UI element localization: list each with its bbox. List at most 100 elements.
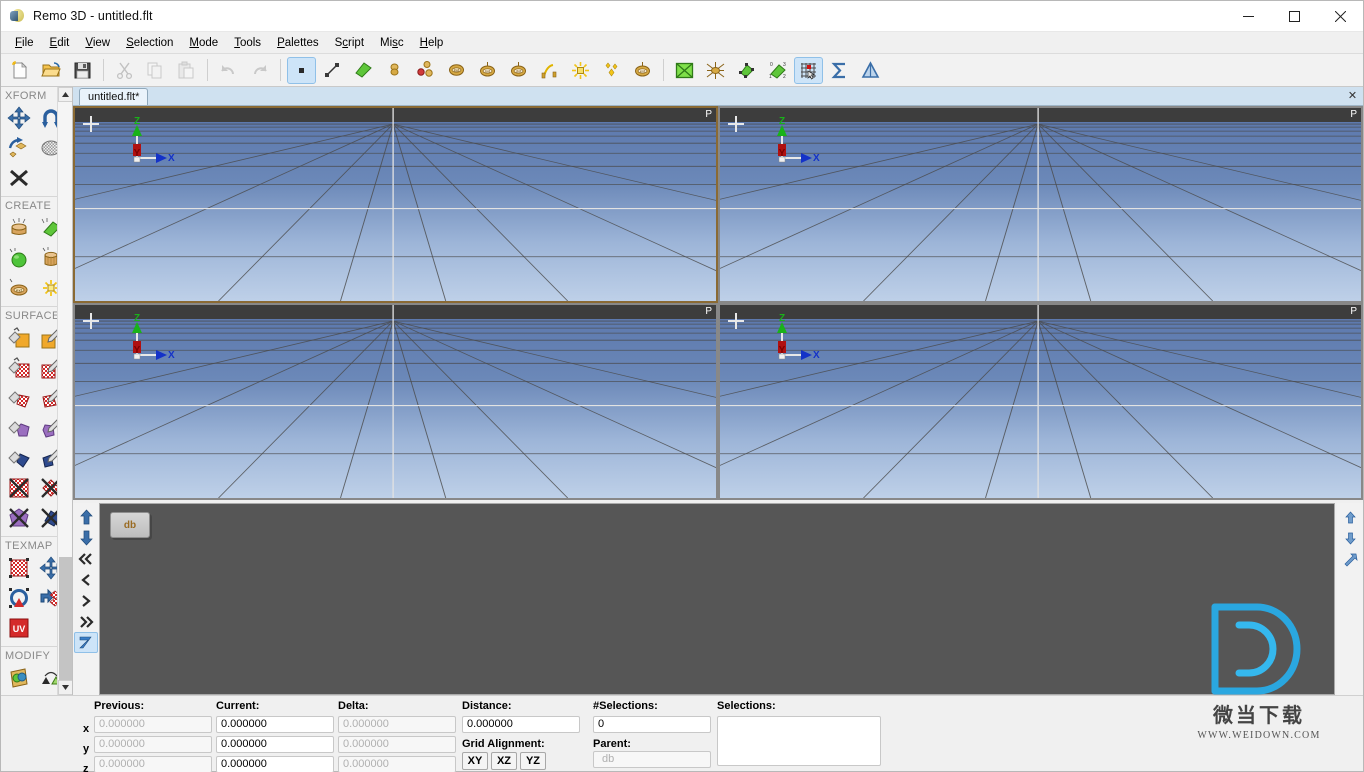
select-object-icon[interactable] — [380, 57, 409, 84]
menu-view[interactable]: View — [77, 33, 118, 53]
light-point-group-icon[interactable] — [597, 57, 626, 84]
minimize-icon[interactable] — [1225, 1, 1271, 32]
grid-align-xy-button[interactable]: XY — [462, 752, 488, 770]
previous-x-field[interactable]: 0.000000 — [94, 716, 212, 733]
distance-field[interactable]: 0.000000 — [462, 716, 580, 733]
show-all-icon[interactable] — [670, 57, 699, 84]
scale-icon[interactable] — [4, 133, 34, 162]
redo-icon[interactable] — [245, 57, 274, 84]
select-group-icon[interactable] — [411, 57, 440, 84]
svg-text:ext: ext — [640, 68, 646, 73]
document-tab[interactable]: untitled.flt* — [79, 88, 149, 105]
uv-editor-icon[interactable]: UV — [4, 613, 34, 642]
paste-icon[interactable] — [172, 57, 201, 84]
expand-one-icon[interactable] — [74, 590, 98, 611]
create-external-icon[interactable]: ext — [4, 273, 34, 302]
dof-node-icon[interactable]: dof — [504, 57, 533, 84]
move-down-icon[interactable] — [74, 527, 98, 548]
face-normals-icon[interactable]: 0 1 2 3 — [763, 57, 792, 84]
grid-snap-icon[interactable] — [794, 56, 823, 84]
collapse-one-icon[interactable] — [74, 569, 98, 590]
vertex-normals-icon[interactable] — [732, 57, 761, 84]
collapse-all-icon[interactable] — [74, 548, 98, 569]
scene-graph-node-db[interactable]: db — [110, 512, 150, 538]
sum-icon[interactable] — [825, 57, 854, 84]
viewport-perspective-top-left[interactable]: Z X Y P — [73, 106, 718, 303]
copy-icon[interactable] — [141, 57, 170, 84]
current-x-field[interactable]: 0.000000 — [216, 716, 334, 733]
remove-texture-icon[interactable] — [4, 473, 34, 502]
num-selections-field[interactable]: 0 — [593, 716, 711, 733]
scroll-down-icon[interactable] — [58, 680, 72, 695]
lod-node-icon[interactable]: lod — [473, 57, 502, 84]
texmap-plane-icon[interactable] — [4, 553, 34, 582]
parent-field[interactable]: db — [593, 751, 711, 768]
create-box-icon[interactable] — [4, 213, 34, 242]
current-y-field[interactable]: 0.000000 — [216, 736, 334, 753]
svg-text:lod: lod — [454, 67, 460, 72]
delta-y-field[interactable]: 0.000000 — [338, 736, 456, 753]
delta-x-field[interactable]: 0.000000 — [338, 716, 456, 733]
maximize-icon[interactable] — [1271, 1, 1317, 32]
axis-gizmo: Z X Y — [115, 311, 175, 366]
viewport-perspective-bottom-left[interactable]: Z X Y P — [73, 303, 718, 500]
merge-icon[interactable] — [4, 663, 34, 692]
grid-align-yz-button[interactable]: YZ — [520, 752, 546, 770]
menu-help[interactable]: Help — [412, 33, 452, 53]
delta-z-field[interactable]: 0.000000 — [338, 756, 456, 772]
grid-align-xz-button[interactable]: XZ — [491, 752, 517, 770]
scroll-up-icon[interactable] — [1338, 507, 1362, 528]
apply-shader-icon[interactable] — [4, 443, 34, 472]
select-face-icon[interactable] — [349, 57, 378, 84]
translate-icon[interactable] — [4, 103, 34, 132]
current-z-field[interactable]: 0.000000 — [216, 756, 334, 772]
wireframe-icon[interactable] — [701, 57, 730, 84]
menu-palettes[interactable]: Palettes — [269, 33, 327, 53]
new-file-icon[interactable] — [6, 57, 35, 84]
menu-script[interactable]: Script — [327, 33, 372, 53]
menu-file[interactable]: File — [7, 33, 42, 53]
scroll-down-icon[interactable] — [1338, 528, 1362, 549]
apply-texture-icon[interactable] — [4, 353, 34, 382]
palette-scrollbar[interactable] — [57, 87, 72, 695]
selections-list[interactable] — [717, 716, 881, 766]
axis-gizmo: Z X Y — [760, 114, 820, 169]
menu-selection[interactable]: Selection — [118, 33, 181, 53]
menu-tools[interactable]: Tools — [226, 33, 269, 53]
select-edge-icon[interactable] — [318, 57, 347, 84]
expand-all-icon[interactable] — [74, 611, 98, 632]
fit-graph-icon[interactable] — [1338, 549, 1362, 570]
menu-misc[interactable]: Misc — [372, 33, 412, 53]
palette-scroll-thumb[interactable] — [59, 557, 72, 695]
close-icon[interactable] — [1317, 1, 1363, 32]
close-icon[interactable]: ✕ — [1346, 89, 1359, 102]
previous-y-field[interactable]: 0.000000 — [94, 736, 212, 753]
remove-material-icon[interactable] — [4, 503, 34, 532]
switch-node-icon[interactable] — [535, 57, 564, 84]
open-file-icon[interactable] — [37, 57, 66, 84]
move-up-icon[interactable] — [74, 506, 98, 527]
save-file-icon[interactable] — [68, 57, 97, 84]
menu-edit[interactable]: Edit — [42, 33, 78, 53]
create-sphere-icon[interactable] — [4, 243, 34, 272]
previous-z-field[interactable]: 0.000000 — [94, 756, 212, 772]
delete-xform-icon[interactable] — [4, 163, 34, 192]
select-lod-icon[interactable]: lod — [442, 57, 471, 84]
scene-graph-canvas[interactable]: db — [99, 503, 1335, 695]
cut-icon[interactable] — [110, 57, 139, 84]
select-vertex-icon[interactable] — [287, 56, 316, 84]
apply-material-icon[interactable] — [4, 413, 34, 442]
undo-icon[interactable] — [214, 57, 243, 84]
scroll-up-icon[interactable] — [58, 87, 72, 102]
external-ref-icon[interactable]: ext — [628, 57, 657, 84]
viewport-perspective-bottom-right[interactable]: Z X Y P — [718, 303, 1363, 500]
texmap-rotate-icon[interactable] — [4, 583, 34, 612]
svg-text:X: X — [168, 153, 175, 164]
triangle-count-icon[interactable] — [856, 57, 885, 84]
menu-mode[interactable]: Mode — [181, 33, 226, 53]
apply-texture-mapping-icon[interactable] — [4, 383, 34, 412]
viewport-perspective-top-right[interactable]: Z X Y P — [718, 106, 1363, 303]
apply-color-icon[interactable] — [4, 323, 34, 352]
light-point-icon[interactable] — [566, 57, 595, 84]
layout-graph-icon[interactable] — [74, 632, 98, 653]
